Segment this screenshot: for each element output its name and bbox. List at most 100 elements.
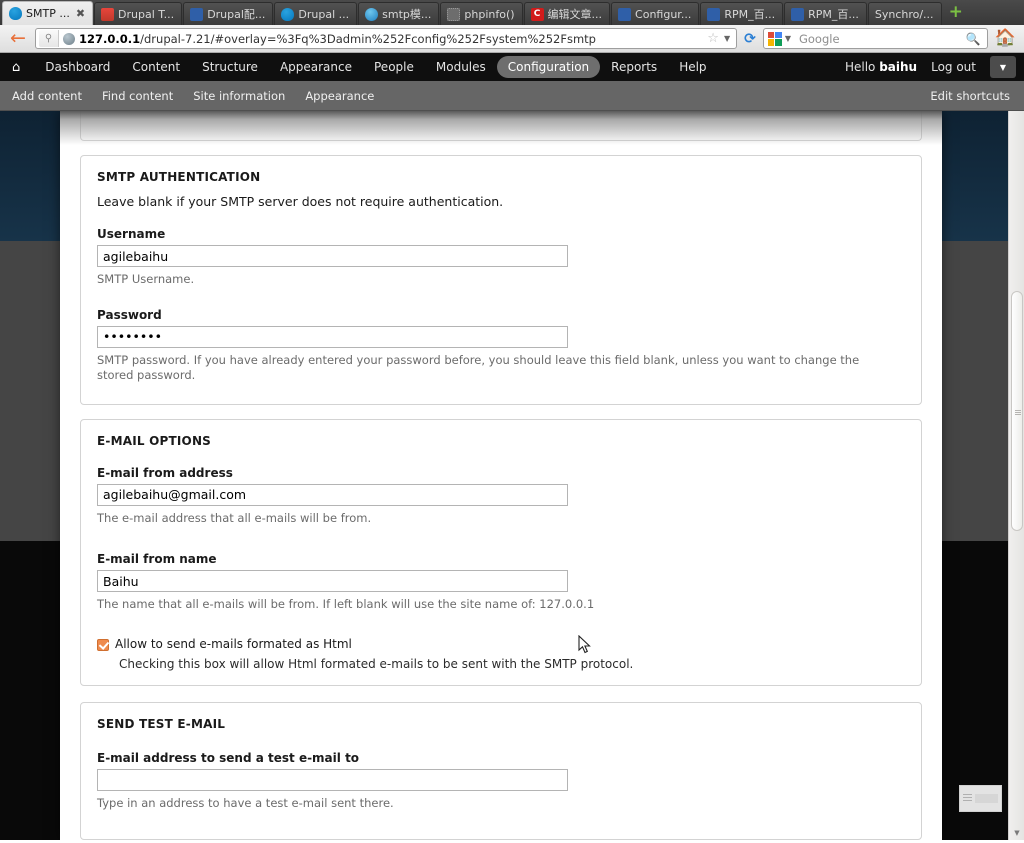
username-description: SMTP Username. (97, 272, 195, 286)
page-viewport: SMTP AUTHENTICATION Leave blank if your … (0, 111, 1024, 840)
browser-navigation-bar: ← ⚲ 127.0.0.1/drupal-7.21/#overlay=%3Fq%… (0, 25, 1024, 53)
letter-c-icon: C (530, 7, 544, 21)
browser-tab[interactable]: SMTP ... ✖ (2, 1, 94, 25)
fieldset-legend: SEND TEST E-MAIL (97, 716, 226, 731)
scroll-down-arrow-icon[interactable]: ▼ (1012, 828, 1022, 838)
from-address-label: E-mail from address (97, 465, 233, 480)
tab-title: Drupal ... (298, 7, 350, 21)
fieldset-legend: E-MAIL OPTIONS (97, 433, 212, 448)
search-icon[interactable]: 🔍 (966, 32, 983, 46)
fieldset-legend: SMTP AUTHENTICATION (97, 170, 261, 184)
form-item-test-address: E-mail address to send a test e-mail to … (97, 751, 905, 812)
shortcut-find-content[interactable]: Find content (102, 89, 173, 103)
home-icon[interactable]: ⌂ (12, 61, 20, 74)
widget-lines-icon (963, 794, 972, 803)
form-item-username: Username SMTP Username. (97, 227, 905, 288)
chevron-down-icon[interactable]: ▼ (721, 34, 733, 43)
browser-tab-bar: SMTP ... ✖ Drupal T... Drupal配... Drupal… (0, 0, 1024, 25)
greeting-text: Hello baihu (845, 60, 917, 74)
browser-tab[interactable]: Synchro/... (867, 2, 942, 25)
form-item-password: Password SMTP password. If you have alre… (97, 308, 905, 384)
from-name-description: The name that all e-mails will be from. … (97, 597, 595, 612)
drupal-blue-icon (9, 7, 22, 20)
globe-icon (63, 32, 75, 45)
form-item-html-checkbox: Allow to send e-mails formated as Html (97, 637, 905, 651)
edit-shortcuts-link[interactable]: Edit shortcuts (930, 89, 1010, 103)
tab-title: smtp模... (382, 8, 432, 21)
toolbar-item-appearance[interactable]: Appearance (269, 56, 363, 78)
url-text: 127.0.0.1/drupal-7.21/#overlay=%3Fq%3Dad… (79, 32, 705, 46)
browser-tab[interactable]: Drupal配... (183, 2, 274, 25)
page-scrollbar[interactable]: ▼ (1008, 111, 1024, 840)
html-format-checkbox[interactable] (97, 638, 109, 651)
toolbar-item-modules[interactable]: Modules (425, 56, 497, 78)
search-engine-chevron-icon[interactable]: ▼ (782, 34, 794, 43)
blue-paw-icon (618, 7, 632, 21)
address-bar[interactable]: ⚲ 127.0.0.1/drupal-7.21/#overlay=%3Fq%3D… (35, 28, 738, 49)
toolbar-item-people[interactable]: People (363, 56, 425, 78)
site-identity-icon[interactable]: ⚲ (39, 30, 59, 47)
toolbar-item-configuration[interactable]: Configuration (496, 56, 601, 78)
toolbar-item-structure[interactable]: Structure (191, 56, 269, 78)
password-description: SMTP password. If you have already enter… (97, 352, 860, 383)
home-icon[interactable]: 🏠 (992, 30, 1019, 47)
browser-tab[interactable]: Drupal T... (94, 2, 183, 25)
browser-search-box[interactable]: ▼ Google 🔍 (762, 28, 988, 49)
tab-title: phpinfo() (464, 7, 515, 21)
back-arrow-icon[interactable]: ← (5, 28, 31, 50)
password-input[interactable] (97, 325, 568, 348)
blue-paw-icon (190, 7, 204, 21)
admin-overlay-panel: SMTP AUTHENTICATION Leave blank if your … (60, 111, 942, 840)
html-format-description: Checking this box will allow Html format… (119, 656, 634, 671)
floating-widget[interactable] (959, 785, 1002, 812)
username-input[interactable] (97, 245, 568, 267)
from-address-input[interactable] (97, 483, 568, 506)
log-out-link[interactable]: Log out (931, 60, 976, 74)
toolbar-collapse-button[interactable]: ▼ (990, 56, 1016, 78)
search-placeholder: Google (798, 31, 840, 46)
shortcut-add-content[interactable]: Add content (12, 89, 82, 103)
shortcut-bar: Add content Find content Site informatio… (0, 81, 1024, 111)
html-format-label: Allow to send e-mails formated as Html (115, 636, 352, 651)
toolbar-user-area: Hello baihu Log out ▼ (845, 53, 1024, 81)
username-label: Username (97, 227, 166, 241)
fieldset-above-cut-off (80, 111, 922, 141)
shortcut-site-information[interactable]: Site information (193, 89, 285, 103)
browser-tab[interactable]: C 编辑文章... (523, 2, 611, 25)
fieldset-smtp-authentication: SMTP AUTHENTICATION Leave blank if your … (80, 155, 922, 405)
drupal-blue-icon (281, 7, 295, 21)
toolbar-item-help[interactable]: Help (668, 56, 717, 78)
toolbar-item-reports[interactable]: Reports (600, 56, 668, 78)
new-tab-button[interactable]: + (943, 3, 969, 22)
browser-tab[interactable]: RPM_百... (700, 2, 784, 25)
browser-tab[interactable]: smtp模... (358, 2, 440, 25)
from-name-label: E-mail from name (97, 552, 217, 567)
bookmark-star-icon[interactable]: ☆ (705, 31, 721, 46)
tab-title: Drupal配... (207, 8, 266, 21)
close-icon[interactable]: ✖ (76, 8, 85, 19)
scrollbar-grip-icon (1015, 410, 1021, 415)
drupal-admin-toolbar: ⌂ Dashboard Content Structure Appearance… (0, 53, 1024, 81)
test-address-label: E-mail address to send a test e-mail to (97, 750, 360, 765)
toolbar-item-content[interactable]: Content (121, 56, 191, 78)
tab-title: 编辑文章... (547, 8, 603, 21)
from-name-input[interactable] (97, 570, 568, 593)
shortcut-appearance[interactable]: Appearance (305, 89, 374, 103)
browser-tab[interactable]: RPM_百... (784, 2, 867, 25)
toolbar-item-dashboard[interactable]: Dashboard (34, 56, 121, 78)
browser-tab[interactable]: phpinfo() (440, 2, 523, 25)
from-address-description: The e-mail address that all e-mails will… (97, 510, 372, 525)
test-address-input[interactable] (97, 768, 568, 791)
url-path: /drupal-7.21/#overlay=%3Fq%3Dadmin%252Fc… (140, 31, 596, 46)
scrollbar-thumb[interactable] (1011, 291, 1023, 531)
drupal-red-icon (101, 7, 115, 21)
blue-paw-icon (707, 7, 721, 21)
browser-tab[interactable]: Configur... (611, 2, 700, 25)
fieldset-description: Leave blank if your SMTP server does not… (97, 194, 504, 209)
greeting-prefix: Hello (844, 60, 880, 74)
username: baihu (879, 60, 918, 74)
tab-title: SMTP ... (26, 7, 70, 20)
generic-page-icon (447, 7, 461, 21)
reload-icon[interactable]: ⟳ (741, 31, 759, 47)
browser-tab[interactable]: Drupal ... (274, 2, 358, 25)
